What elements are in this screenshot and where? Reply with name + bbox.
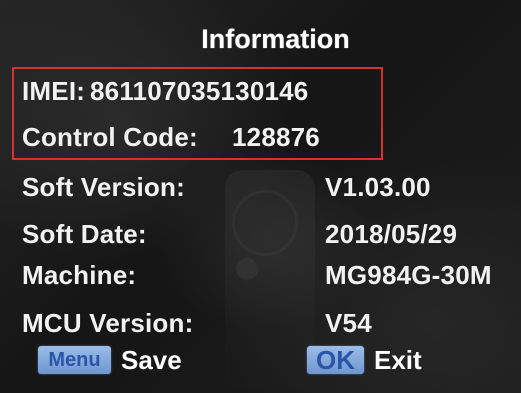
screen-reflection-dot (236, 258, 258, 280)
menu-key-button[interactable]: Menu (38, 346, 111, 374)
imei-value: 861107035130146 (90, 76, 309, 106)
device-info-screen: Information IMEI: 861107035130146 Contro… (0, 0, 521, 393)
mcu-version-value: V54 (325, 308, 372, 338)
soft-date-value: 2018/05/29 (325, 219, 458, 249)
control-code-label: Control Code: (22, 122, 198, 152)
machine-value: MG984G-30M (325, 260, 492, 290)
soft-date-label: Soft Date: (22, 219, 147, 249)
save-label: Save (121, 345, 182, 375)
footer-hints: Menu Save OK Exit (0, 342, 521, 382)
machine-label: Machine: (22, 260, 137, 290)
control-code-value: 128876 (232, 122, 320, 152)
imei-label: IMEI: (22, 76, 86, 106)
ok-key-button[interactable]: OK (307, 346, 364, 374)
soft-version-value: V1.03.00 (325, 172, 431, 202)
page-title: Information (201, 24, 350, 54)
exit-label: Exit (374, 345, 422, 375)
soft-version-label: Soft Version: (22, 172, 185, 202)
screen-reflection-ring (232, 190, 298, 256)
mcu-version-label: MCU Version: (22, 308, 194, 338)
